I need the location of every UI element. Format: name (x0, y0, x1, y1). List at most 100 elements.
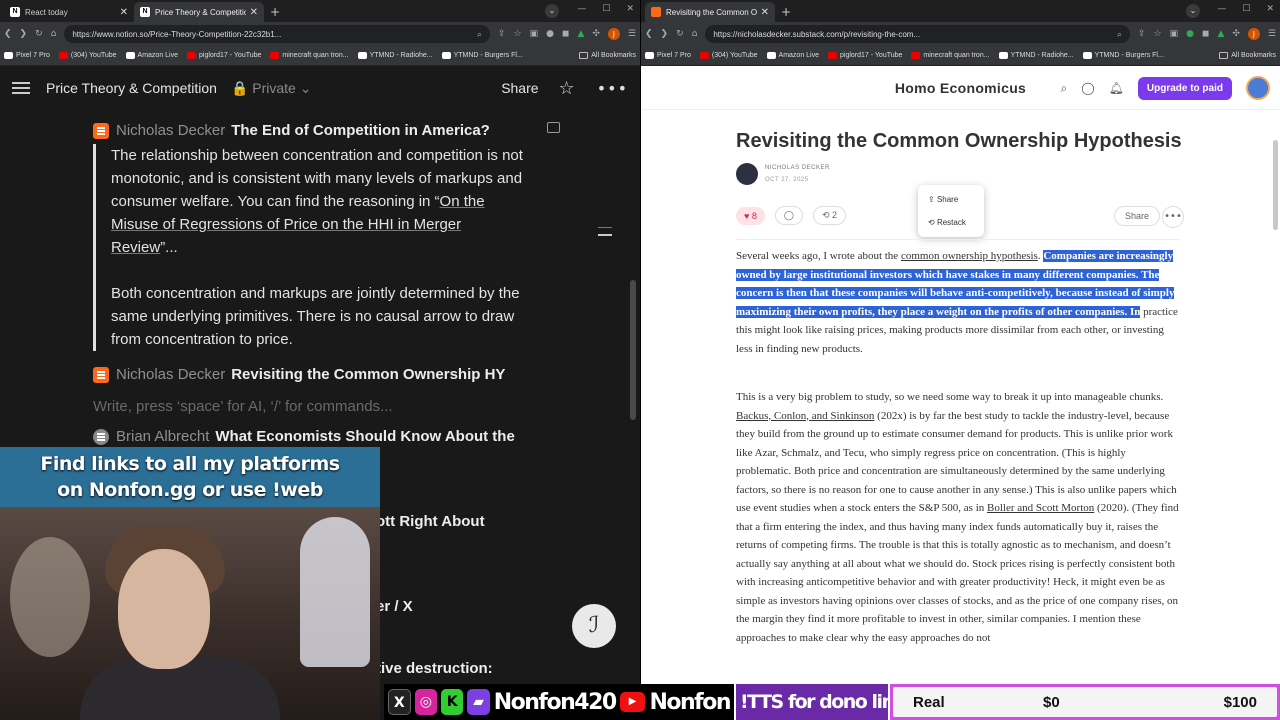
new-tab-icon[interactable]: + (270, 5, 280, 19)
notion-ai-icon[interactable]: ℐ (572, 604, 616, 648)
bookmark-item[interactable]: minecraft quan tron... (270, 52, 349, 59)
user-avatar[interactable] (1246, 76, 1270, 100)
editor-placeholder[interactable]: Write, press ‘space’ for AI, ‘/’ for com… (93, 398, 393, 415)
author-name[interactable]: NICHOLAS DECKER (765, 165, 830, 171)
extensions-puzzle-icon[interactable]: ✣ (1232, 29, 1240, 39)
favorite-star-icon[interactable]: ☆ (559, 78, 575, 99)
back-icon[interactable]: ❮ (645, 29, 653, 39)
address-bar[interactable]: https://nicholasdecker.substack.com/p/re… (705, 25, 1130, 43)
bookmark-item[interactable]: YTMND - Burgers Fl... (441, 52, 523, 59)
all-bookmarks[interactable]: All Bookmarks (1219, 52, 1276, 59)
profile-avatar[interactable]: J (1247, 28, 1260, 40)
divider (736, 239, 1180, 240)
chat-icon[interactable]: ◯ (1081, 81, 1094, 95)
minimize-icon[interactable]: — (1217, 4, 1226, 14)
menu-icon[interactable]: ☰ (1268, 29, 1276, 39)
close-window-icon[interactable]: ✕ (1266, 4, 1274, 14)
bookmark-item[interactable]: Pixel 7 Pro (645, 52, 691, 59)
author-avatar[interactable] (736, 163, 758, 185)
youtube-icon: ▶ (619, 692, 646, 712)
forward-icon[interactable]: ❯ (20, 29, 28, 39)
popover-restack[interactable]: ⟲ Restack (918, 211, 984, 234)
minimize-icon[interactable]: — (577, 4, 586, 14)
tab-price-theory[interactable]: N Price Theory & Competition ✕ (134, 2, 264, 22)
extension-icon[interactable]: ● (546, 29, 554, 39)
bookmark-entry[interactable]: Nicholas Decker The End of Competition i… (93, 122, 490, 139)
extension-icon[interactable]: ● (1186, 29, 1194, 39)
share-page-icon[interactable]: ⇪ (498, 29, 506, 39)
inline-link[interactable]: common ownership hypothesis (901, 250, 1038, 262)
close-window-icon[interactable]: ✕ (626, 4, 634, 14)
close-tab-icon[interactable]: ✕ (250, 7, 258, 18)
comment-button[interactable]: ◯ (774, 206, 803, 225)
entry-author: Brian Albrecht (116, 428, 210, 445)
outline-marker[interactable] (598, 234, 612, 236)
inline-link[interactable]: Boller and Scott Morton (987, 502, 1094, 514)
bookmark-item[interactable]: minecraft quan tron... (911, 52, 990, 59)
close-tab-icon[interactable]: ✕ (120, 7, 128, 18)
inline-link[interactable]: Backus, Conlon, and Sinkinson (736, 410, 874, 422)
popover-share[interactable]: ⇪ Share (918, 188, 984, 211)
like-button[interactable]: ♥ 8 (736, 206, 765, 225)
bookmark-item[interactable]: piglord17 - YouTube (828, 52, 902, 59)
bookmark-star-icon[interactable]: ☆ (1154, 29, 1162, 39)
maximize-icon[interactable]: ☐ (1242, 4, 1250, 14)
address-bar[interactable]: https://www.notion.so/Price-Theory-Compe… (64, 25, 490, 43)
more-icon[interactable]: ••• (597, 79, 628, 98)
quote-paragraph: The relationship between concentration a… (111, 147, 523, 256)
home-icon[interactable]: ⌂ (51, 29, 57, 39)
privacy-dropdown[interactable]: 🔒 Private ⌄ (231, 80, 312, 97)
comment-icon[interactable] (547, 122, 560, 133)
upgrade-button[interactable]: Upgrade to paid (1137, 76, 1232, 100)
reload-icon[interactable]: ↻ (35, 29, 43, 39)
notion-topbar: Price Theory & Competition 🔒 Private ⌄ S… (0, 66, 640, 110)
bookmark-item[interactable]: YTMND - Radiohe... (357, 52, 433, 59)
extension-icon[interactable]: ▲ (1217, 29, 1224, 39)
bookmark-entry[interactable]: Brian Albrecht What Economists Should Kn… (93, 428, 515, 445)
bookmark-item[interactable]: YTMND - Radiohe... (998, 52, 1074, 59)
scrollbar[interactable] (1273, 140, 1278, 230)
extension-icon[interactable]: ▲ (577, 29, 584, 39)
reload-icon[interactable]: ↻ (676, 29, 684, 39)
bookmark-item[interactable]: (304) YouTube (58, 52, 117, 59)
bookmark-item[interactable]: Amazon Live (125, 52, 178, 59)
back-icon[interactable]: ❮ (4, 29, 12, 39)
extension-icon[interactable]: ▣ (1170, 29, 1179, 39)
forward-icon[interactable]: ❯ (661, 29, 669, 39)
close-tab-icon[interactable]: ✕ (761, 7, 769, 18)
extensions-puzzle-icon[interactable]: ✣ (592, 29, 600, 39)
extension-icon[interactable]: ◼ (562, 29, 569, 39)
menu-icon[interactable]: ☰ (628, 29, 636, 39)
new-tab-icon[interactable]: + (781, 5, 791, 19)
tab-react-today[interactable]: N React today ✕ (4, 2, 134, 22)
page-title[interactable]: Price Theory & Competition (46, 80, 217, 96)
bookmark-item[interactable]: Pixel 7 Pro (4, 52, 50, 59)
profile-avatar[interactable]: J (607, 28, 620, 40)
extension-icon[interactable]: ◼ (1202, 29, 1209, 39)
share-button[interactable]: Share (1113, 206, 1160, 226)
maximize-icon[interactable]: ☐ (602, 4, 610, 14)
bookmark-item[interactable]: YTMND - Burgers Fl... (1082, 52, 1164, 59)
tab-search-icon[interactable]: ⌄ (1186, 4, 1200, 18)
home-icon[interactable]: ⌂ (692, 29, 698, 39)
share-button[interactable]: Share (501, 80, 538, 96)
extension-icon[interactable]: ▣ (530, 29, 539, 39)
bell-icon[interactable]: 🔔︎ (1109, 81, 1124, 95)
restack-button[interactable]: ⟲ 2 (812, 206, 847, 225)
bookmark-item[interactable]: Amazon Live (766, 52, 819, 59)
bookmark-entry[interactable]: Nicholas Decker Revisiting the Common Ow… (93, 366, 505, 383)
sidebar-menu-icon[interactable] (12, 82, 30, 94)
more-icon[interactable]: ••• (1162, 206, 1184, 228)
publication-name[interactable]: Homo Economicus (895, 80, 1026, 96)
bookmark-star-icon[interactable]: ☆ (514, 29, 522, 39)
tab-substack-article[interactable]: Revisiting the Common Owner ✕ (645, 2, 775, 22)
search-icon[interactable]: ⌕ (1060, 81, 1067, 96)
zoom-icon[interactable]: ⌕ (477, 29, 482, 40)
scrollbar[interactable] (630, 280, 636, 420)
all-bookmarks[interactable]: All Bookmarks (579, 52, 636, 59)
tab-search-icon[interactable]: ⌄ (545, 4, 559, 18)
zoom-icon[interactable]: ⌕ (1117, 29, 1122, 40)
share-page-icon[interactable]: ⇪ (1138, 29, 1146, 39)
bookmark-item[interactable]: (304) YouTube (699, 52, 758, 59)
bookmark-item[interactable]: piglord17 - YouTube (187, 52, 261, 59)
